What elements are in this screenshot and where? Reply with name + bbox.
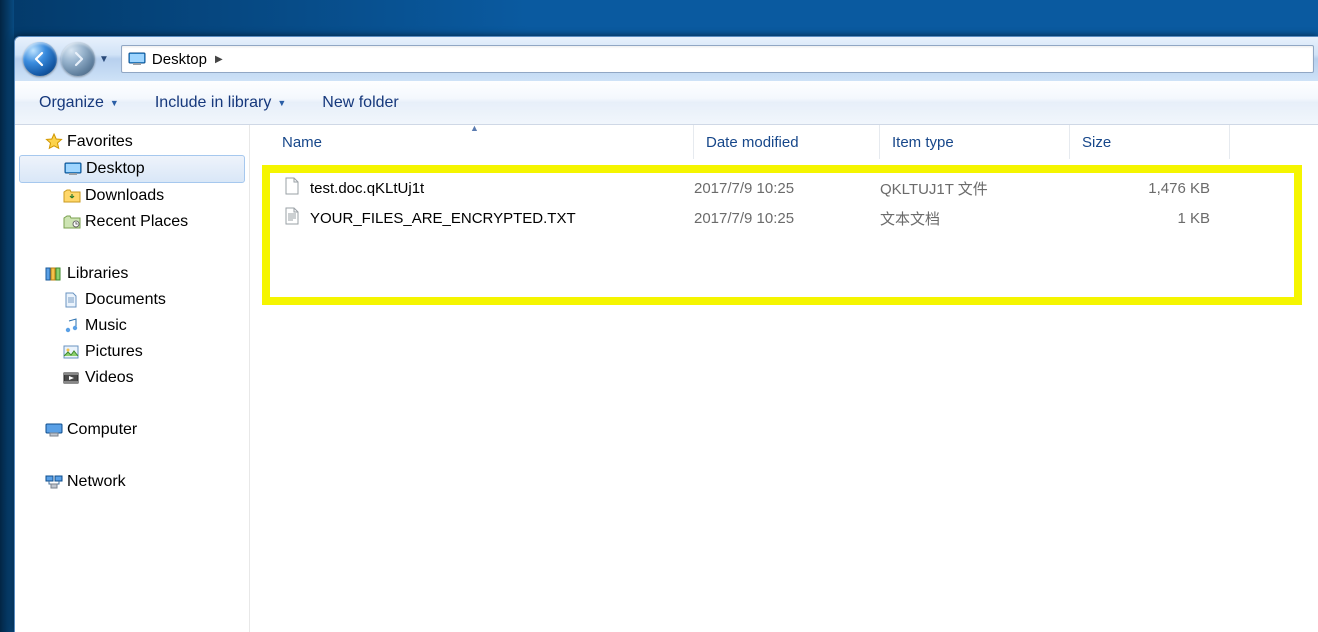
sidebar-item-desktop[interactable]: Desktop <box>19 155 245 183</box>
sidebar-computer-label: Computer <box>67 421 137 439</box>
recent-places-icon <box>63 213 85 231</box>
sidebar-item-label: Desktop <box>86 160 145 178</box>
sidebar-item-label: Downloads <box>85 187 164 205</box>
column-header-label: Size <box>1082 134 1111 151</box>
nav-pane: Favorites Desktop Downloads <box>15 125 250 632</box>
sidebar-item-music[interactable]: Music <box>15 313 249 339</box>
os-taskbar-sliver <box>0 0 14 632</box>
sidebar-item-label: Videos <box>85 369 134 387</box>
monitor-icon <box>64 160 86 178</box>
file-date: 2017/7/9 10:25 <box>694 180 880 197</box>
sidebar-network[interactable]: Network <box>15 469 249 495</box>
file-list-pane: Name Date modified Item type Size ▲ <box>250 125 1318 632</box>
sidebar-favorites-label: Favorites <box>67 133 133 151</box>
libraries-icon <box>45 265 67 283</box>
organize-button[interactable]: Organize ▼ <box>39 94 119 112</box>
chevron-right-icon[interactable]: ▶ <box>215 54 223 65</box>
file-list: test.doc.qKLtUj1t 2017/7/9 10:25 QKLTUJ1… <box>270 173 1294 233</box>
sidebar-favorites[interactable]: Favorites <box>15 129 249 155</box>
file-icon <box>284 177 300 199</box>
include-label: Include in library <box>155 94 272 112</box>
new-folder-button[interactable]: New folder <box>322 94 398 112</box>
sidebar-item-pictures[interactable]: Pictures <box>15 339 249 365</box>
file-size: 1,476 KB <box>1070 180 1210 197</box>
text-file-icon <box>284 207 300 229</box>
column-header-size[interactable]: Size <box>1070 125 1230 159</box>
column-headers: Name Date modified Item type Size ▲ <box>250 125 1318 159</box>
file-type: 文本文档 <box>880 208 1070 229</box>
chevron-down-icon: ▼ <box>277 98 286 108</box>
videos-icon <box>63 369 85 387</box>
sidebar-computer[interactable]: Computer <box>15 417 249 443</box>
organize-label: Organize <box>39 94 104 112</box>
file-row[interactable]: YOUR_FILES_ARE_ENCRYPTED.TXT 2017/7/9 10… <box>270 203 1294 233</box>
arrow-left-icon <box>32 51 48 67</box>
sidebar-item-label: Documents <box>85 291 166 309</box>
sidebar-item-recent-places[interactable]: Recent Places <box>15 209 249 235</box>
sidebar-item-videos[interactable]: Videos <box>15 365 249 391</box>
documents-icon <box>63 291 85 309</box>
sort-ascending-icon: ▲ <box>470 125 479 133</box>
file-type: QKLTUJ1T 文件 <box>880 178 1070 199</box>
sidebar-item-label: Music <box>85 317 127 335</box>
monitor-icon <box>128 52 146 66</box>
titlebar: ▼ Desktop ▶ <box>15 37 1318 81</box>
star-icon <box>45 133 67 151</box>
sidebar-network-label: Network <box>67 473 126 491</box>
column-header-date[interactable]: Date modified <box>694 125 880 159</box>
file-date: 2017/7/9 10:25 <box>694 210 880 227</box>
address-bar[interactable]: Desktop ▶ <box>121 45 1314 73</box>
column-header-type[interactable]: Item type <box>880 125 1070 159</box>
sidebar-item-downloads[interactable]: Downloads <box>15 183 249 209</box>
arrow-right-icon <box>70 51 86 67</box>
column-header-label: Date modified <box>706 134 799 151</box>
network-icon <box>45 473 67 491</box>
column-header-label: Name <box>282 134 322 151</box>
highlighted-region: test.doc.qKLtUj1t 2017/7/9 10:25 QKLTUJ1… <box>262 165 1302 305</box>
include-in-library-button[interactable]: Include in library ▼ <box>155 94 286 112</box>
explorer-window: ▼ Desktop ▶ Organize ▼ Includ <box>14 36 1318 632</box>
pictures-icon <box>63 343 85 361</box>
chevron-down-icon: ▼ <box>110 98 119 108</box>
music-icon <box>63 317 85 335</box>
nav-history-dropdown[interactable]: ▼ <box>99 54 109 65</box>
sidebar-item-documents[interactable]: Documents <box>15 287 249 313</box>
file-size: 1 KB <box>1070 210 1210 227</box>
file-name: test.doc.qKLtUj1t <box>310 180 424 197</box>
folder-download-icon <box>63 187 85 205</box>
nav-forward-button[interactable] <box>61 42 95 76</box>
sidebar-libraries-label: Libraries <box>67 265 128 283</box>
sidebar-item-label: Pictures <box>85 343 143 361</box>
column-header-label: Item type <box>892 134 954 151</box>
file-name: YOUR_FILES_ARE_ENCRYPTED.TXT <box>310 210 576 227</box>
computer-icon <box>45 421 67 439</box>
new-folder-label: New folder <box>322 94 398 112</box>
sidebar-libraries[interactable]: Libraries <box>15 261 249 287</box>
sidebar-item-label: Recent Places <box>85 213 188 231</box>
file-row[interactable]: test.doc.qKLtUj1t 2017/7/9 10:25 QKLTUJ1… <box>270 173 1294 203</box>
nav-back-button[interactable] <box>23 42 57 76</box>
command-bar: Organize ▼ Include in library ▼ New fold… <box>15 81 1318 125</box>
address-crumb[interactable]: Desktop <box>152 51 207 68</box>
